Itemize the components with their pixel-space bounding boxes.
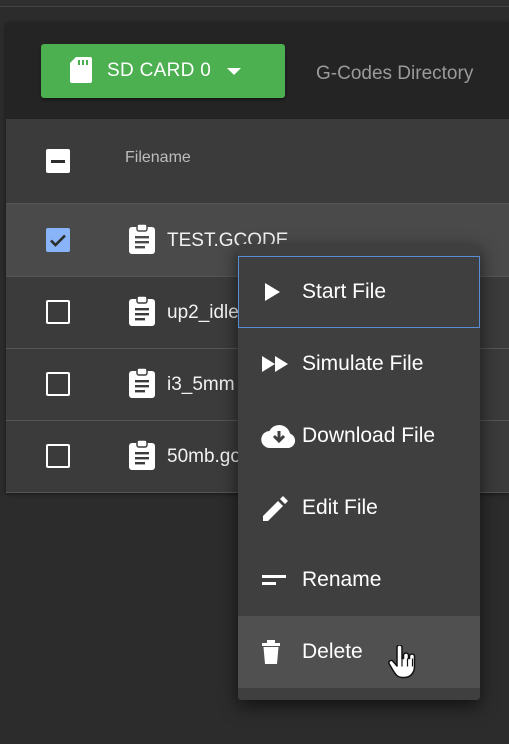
sd-card-dropdown-button[interactable]: SD CARD 0: [41, 44, 285, 98]
sd-card-icon: [69, 56, 95, 86]
row-checkbox[interactable]: [46, 228, 70, 252]
table-header: Filename: [6, 119, 509, 204]
rename-icon: [260, 564, 298, 596]
row-checkbox[interactable]: [46, 300, 70, 324]
menu-item-start-file[interactable]: Start File: [238, 256, 480, 328]
directory-title: G-Codes Directory: [316, 63, 474, 84]
chevron-down-icon: [227, 67, 242, 75]
file-name[interactable]: 50mb.go: [167, 446, 241, 468]
menu-item-label: Delete: [302, 640, 363, 663]
clipboard-file-icon: [129, 223, 155, 254]
file-name[interactable]: i3_5mm: [167, 374, 235, 396]
menu-item-simulate-file[interactable]: Simulate File: [238, 328, 480, 400]
toolbar: SD CARD 0 G-Codes Directory: [6, 22, 509, 119]
clipboard-file-icon: [129, 439, 155, 470]
row-checkbox[interactable]: [46, 372, 70, 396]
file-context-menu: Start File Simulate File Download File E…: [238, 244, 480, 700]
checkmark-icon: [50, 234, 66, 247]
select-all-checkbox[interactable]: [46, 149, 70, 173]
menu-item-edit-file[interactable]: Edit File: [238, 472, 480, 544]
play-icon: [260, 276, 298, 308]
clipboard-file-icon: [129, 367, 155, 398]
file-name[interactable]: up2_idle: [167, 302, 239, 324]
top-border: [0, 0, 509, 7]
sd-card-label: SD CARD 0: [107, 60, 212, 81]
menu-item-download-file[interactable]: Download File: [238, 400, 480, 472]
menu-item-label: Rename: [302, 568, 382, 591]
menu-item-rename[interactable]: Rename: [238, 544, 480, 616]
hand-pointer-cursor-icon: [388, 645, 416, 679]
fast-forward-icon: [260, 348, 298, 380]
menu-item-label: Edit File: [302, 496, 378, 519]
row-checkbox[interactable]: [46, 444, 70, 468]
trash-icon: [260, 636, 298, 668]
menu-item-delete[interactable]: Delete: [238, 616, 480, 688]
pencil-icon: [260, 492, 298, 524]
cloud-download-icon: [260, 420, 298, 452]
clipboard-file-icon: [129, 295, 155, 326]
menu-item-label: Simulate File: [302, 352, 424, 375]
menu-item-label: Download File: [302, 424, 436, 447]
filename-column-header[interactable]: Filename: [125, 149, 191, 167]
menu-item-label: Start File: [302, 280, 387, 303]
